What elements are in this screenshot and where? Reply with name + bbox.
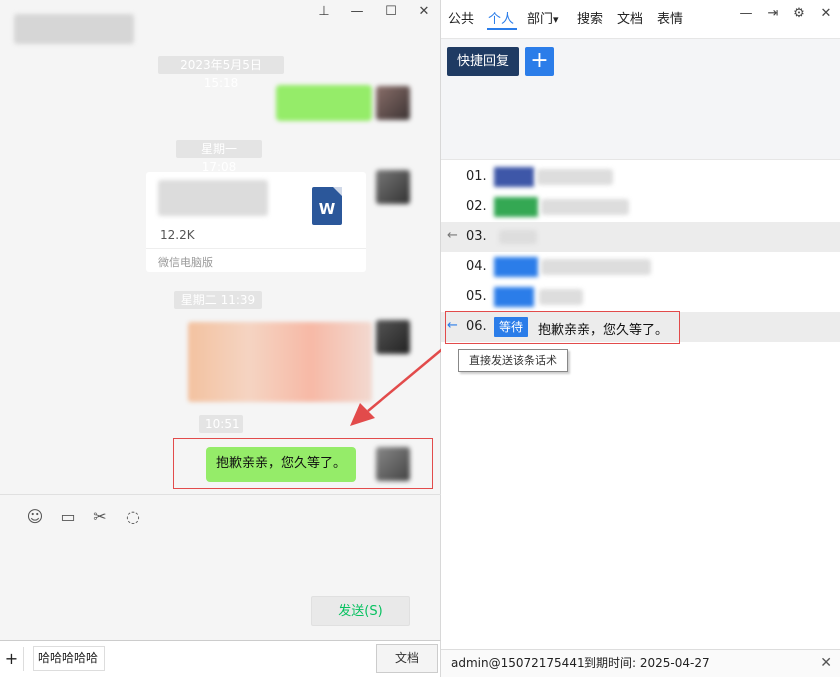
item-number: 04.	[466, 259, 487, 274]
tab-documents[interactable]: 文档	[617, 8, 643, 27]
image-message-blurred[interactable]	[188, 322, 372, 402]
word-file-icon: W	[312, 187, 342, 225]
maximize-icon[interactable]: ☐	[380, 4, 402, 20]
quick-reply-button[interactable]: 快捷回复	[447, 47, 519, 76]
list-item[interactable]: 02.	[441, 192, 840, 222]
emoji-icon[interactable]: ☺	[25, 507, 45, 527]
item-text-blurred	[541, 199, 629, 215]
item-text-blurred	[541, 259, 651, 275]
account-label: admin@15072175441	[451, 656, 585, 670]
chat-titlebar: ⊥ — ☐ ✕	[0, 0, 441, 52]
list-item[interactable]: ← 03.	[441, 222, 840, 252]
add-icon[interactable]: +	[0, 647, 24, 671]
timestamp: 星期二 11:39	[174, 291, 262, 309]
avatar[interactable]	[376, 86, 410, 120]
timestamp: 2023年5月5日 15:18	[158, 56, 284, 90]
expiry-info: 到期时间: 2025-04-27	[584, 650, 710, 676]
item-text-blurred	[499, 230, 537, 244]
folder-icon[interactable]: ▭	[58, 507, 78, 527]
item-number: 05.	[466, 289, 487, 304]
document-button[interactable]: 文档	[376, 644, 438, 673]
gear-icon[interactable]: ⚙	[791, 6, 807, 22]
avatar[interactable]	[376, 320, 410, 354]
sent-message-bubble[interactable]: 抱歉亲亲，您久等了。	[206, 447, 357, 482]
close-icon[interactable]: ✕	[820, 650, 832, 676]
timestamp: 10:51	[199, 415, 243, 433]
message-bubble-blurred[interactable]	[276, 85, 372, 121]
chat-window: ⊥ — ☐ ✕ 2023年5月5日 15:18 星期一 17:08 W 12.2…	[0, 0, 441, 640]
file-source: 微信电脑版	[146, 248, 366, 275]
active-tab-indicator	[487, 28, 517, 30]
add-reply-button[interactable]: +	[525, 47, 554, 76]
chevron-down-icon: ▾	[553, 13, 559, 26]
item-tag-blurred	[494, 167, 534, 187]
message-list[interactable]: 2023年5月5日 15:18 星期一 17:08 W 12.2K 微信电脑版 …	[0, 52, 441, 494]
tab-search[interactable]: 搜索	[577, 8, 603, 27]
quick-reply-panel: 公共 个人 部门▾ 搜索 文档 表情 — ⇥ ⚙ ✕ 快捷回复 + 01. 02…	[441, 0, 840, 677]
tooltip: 直接发送该条话术	[458, 349, 568, 372]
contact-name-blurred	[14, 14, 134, 44]
item-number: 01.	[466, 169, 487, 184]
avatar[interactable]	[376, 447, 410, 481]
item-tag-blurred	[494, 197, 538, 217]
tab-personal[interactable]: 个人	[488, 8, 514, 27]
item-text-blurred	[537, 169, 613, 185]
panel-nav: 公共 个人 部门▾ 搜索 文档 表情 — ⇥ ⚙ ✕	[441, 0, 840, 34]
chat-bubble-icon[interactable]: ◌	[123, 507, 143, 527]
status-bar: admin@15072175441 到期时间: 2025-04-27 ✕	[441, 649, 840, 677]
chat-toolbar: ☺ ▭ ✂ ◌	[0, 494, 441, 538]
tab-department-label: 部门	[527, 12, 554, 27]
item-number: 03.	[466, 229, 487, 244]
close-icon[interactable]: ✕	[818, 6, 834, 22]
item-tag-blurred	[494, 257, 538, 277]
item-number: 02.	[466, 199, 487, 214]
scissors-icon[interactable]: ✂	[90, 507, 110, 527]
quick-input-strip: + 哈哈哈哈哈 文档	[0, 640, 441, 677]
item-tag-blurred	[494, 287, 534, 307]
pin-icon[interactable]: ⊥	[313, 4, 335, 20]
quick-input-field[interactable]: 哈哈哈哈哈	[33, 646, 105, 671]
annotation-box-panel	[445, 311, 680, 344]
arrow-left-icon[interactable]: ←	[447, 228, 458, 243]
expiry-date: 2025-04-27	[639, 656, 710, 670]
list-item[interactable]: 05.	[441, 282, 840, 312]
send-button[interactable]: 发送(S)	[311, 596, 410, 626]
tab-department[interactable]: 部门▾	[527, 8, 559, 27]
quick-reply-actions: 快捷回复 +	[441, 38, 840, 160]
minimize-icon[interactable]: —	[346, 4, 368, 20]
tab-public[interactable]: 公共	[448, 8, 474, 27]
file-message-card[interactable]: W 12.2K 微信电脑版	[146, 172, 366, 272]
timestamp: 星期一 17:08	[176, 140, 262, 174]
expiry-label: 到期时间:	[584, 656, 637, 670]
list-item[interactable]: 01.	[441, 162, 840, 192]
file-size: 12.2K	[160, 228, 195, 242]
tab-emoji[interactable]: 表情	[657, 8, 683, 27]
item-text-blurred	[539, 289, 583, 305]
message-input-area[interactable]	[0, 538, 441, 590]
file-name-blurred	[158, 180, 268, 216]
avatar[interactable]	[376, 170, 410, 204]
logout-icon[interactable]: ⇥	[765, 6, 781, 22]
minimize-icon[interactable]: —	[738, 6, 754, 22]
close-icon[interactable]: ✕	[413, 4, 435, 20]
list-item[interactable]: 04.	[441, 252, 840, 282]
